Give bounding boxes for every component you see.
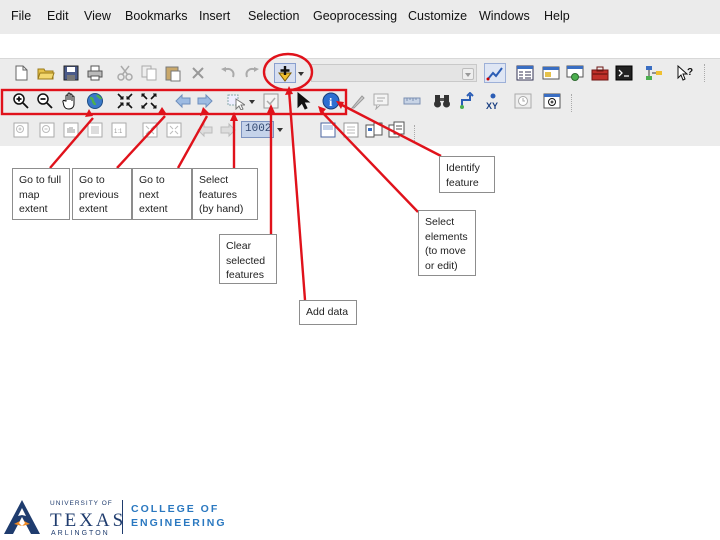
add-data-dropdown-arrow-icon[interactable] <box>298 72 304 76</box>
select-elements-arrow-icon[interactable] <box>294 92 312 110</box>
measure-icon[interactable] <box>403 92 421 110</box>
focus-data-frame-icon[interactable] <box>342 121 360 139</box>
callout-select-elements: Select elements (to move or edit) <box>418 210 476 276</box>
menu-geoprocessing[interactable]: Geoprocessing <box>313 9 397 23</box>
table-of-contents-icon[interactable] <box>516 64 534 82</box>
toolbar-grip[interactable] <box>414 125 417 143</box>
layout-prev-icon[interactable] <box>196 121 214 139</box>
menu-customize[interactable]: Customize <box>408 9 467 23</box>
toggle-draft-icon[interactable] <box>319 121 337 139</box>
logo-arlington: ARLINGTON <box>51 530 110 537</box>
new-document-icon[interactable] <box>12 64 30 82</box>
layout-next-icon[interactable] <box>219 121 237 139</box>
magnifier-window-icon[interactable] <box>543 92 561 110</box>
hyperlink-icon[interactable] <box>372 92 390 110</box>
menu-bookmarks[interactable]: Bookmarks <box>125 9 188 23</box>
layout-zoom-out-icon[interactable] <box>38 121 56 139</box>
menu-edit[interactable]: Edit <box>47 9 69 23</box>
redo-icon[interactable] <box>243 64 261 82</box>
save-icon[interactable] <box>62 64 80 82</box>
svg-text:1:1: 1:1 <box>114 129 123 135</box>
menu-windows[interactable]: Windows <box>479 9 530 23</box>
python-icon[interactable] <box>615 64 633 82</box>
callout-full-extent: Go to full map extent <box>12 168 70 220</box>
scale-combo[interactable] <box>311 64 477 82</box>
fixed-zoom-in-icon[interactable] <box>116 92 134 110</box>
model-builder-icon[interactable] <box>645 64 663 82</box>
layout-zoom-dropdown-arrow-icon[interactable] <box>277 128 283 132</box>
callout-clear-selected: Clear selected features <box>219 234 277 284</box>
callout-add-data: Add data <box>299 300 357 325</box>
paste-icon[interactable] <box>164 64 182 82</box>
menu-help[interactable]: Help <box>544 9 570 23</box>
zoom-100-icon[interactable]: 1:1 <box>110 121 128 139</box>
callout-next-extent: Go to next extent <box>132 168 192 220</box>
select-features-icon[interactable] <box>227 92 245 110</box>
editor-icon[interactable] <box>484 63 506 83</box>
cut-icon[interactable] <box>116 64 134 82</box>
toolbox-icon[interactable] <box>591 64 609 82</box>
select-features-dropdown-arrow-icon[interactable] <box>249 100 255 104</box>
screenshot-stage: File Edit View Bookmarks Insert Selectio… <box>0 0 720 540</box>
previous-extent-arrow-icon[interactable] <box>174 92 192 110</box>
chevron-down-icon[interactable] <box>462 68 474 80</box>
print-icon[interactable] <box>86 64 104 82</box>
open-folder-icon[interactable] <box>37 64 55 82</box>
logo-university-of: UNIVERSITY OF <box>50 500 113 507</box>
catalog-icon[interactable] <box>542 64 560 82</box>
menu-file[interactable]: File <box>11 9 31 23</box>
svg-text:?: ? <box>687 67 693 78</box>
clear-selection-icon[interactable] <box>262 92 280 110</box>
fixed-layout-zoom-out-icon[interactable] <box>165 121 183 139</box>
layout-zoom-in-icon[interactable] <box>12 121 30 139</box>
whats-this-icon[interactable]: ? <box>676 64 694 82</box>
goto-xy-icon[interactable]: XY <box>484 92 502 110</box>
delete-icon[interactable] <box>189 64 207 82</box>
svg-text:XY: XY <box>486 101 498 110</box>
route-icon[interactable] <box>459 92 477 110</box>
search-window-icon[interactable] <box>566 64 584 82</box>
menu-selection[interactable]: Selection <box>248 9 299 23</box>
copy-icon[interactable] <box>140 64 158 82</box>
callout-previous-extent: Go to previous extent <box>72 168 132 220</box>
zoom-whole-page-icon[interactable] <box>86 121 104 139</box>
zoom-out-icon[interactable] <box>36 92 54 110</box>
full-extent-globe-icon[interactable] <box>86 92 104 110</box>
find-binoculars-icon[interactable] <box>433 92 451 110</box>
change-layout-icon[interactable] <box>365 121 383 139</box>
identify-icon[interactable]: i <box>322 92 340 110</box>
toolbar-grip[interactable] <box>704 64 707 82</box>
layout-zoom-percent-field[interactable]: 1002 <box>241 121 274 138</box>
toolbar-grip[interactable] <box>571 94 574 112</box>
zoom-in-icon[interactable] <box>12 92 30 110</box>
logo-texas: TEXAS <box>50 510 127 531</box>
menu-view[interactable]: View <box>84 9 111 23</box>
callout-identify: Identify feature <box>439 156 495 193</box>
menu-bar: File Edit View Bookmarks Insert Selectio… <box>0 0 720 34</box>
layout-pan-icon[interactable] <box>62 121 80 139</box>
fixed-layout-zoom-icon[interactable] <box>141 121 159 139</box>
logo-divider <box>122 500 123 534</box>
menu-insert[interactable]: Insert <box>199 9 230 23</box>
next-extent-arrow-icon[interactable] <box>196 92 214 110</box>
pan-hand-icon[interactable] <box>61 92 79 110</box>
data-driven-pages-icon[interactable] <box>388 121 406 139</box>
undo-icon[interactable] <box>219 64 237 82</box>
add-data-icon[interactable] <box>274 63 296 83</box>
uta-a-mark-icon <box>4 500 40 534</box>
time-slider-icon[interactable] <box>514 92 532 110</box>
html-popup-icon[interactable] <box>349 92 367 110</box>
callout-select-features: Select features (by hand) <box>192 168 258 220</box>
fixed-zoom-out-icon[interactable] <box>140 92 158 110</box>
logo-college-of-engineering: COLLEGE OF ENGINEERING <box>131 503 227 529</box>
